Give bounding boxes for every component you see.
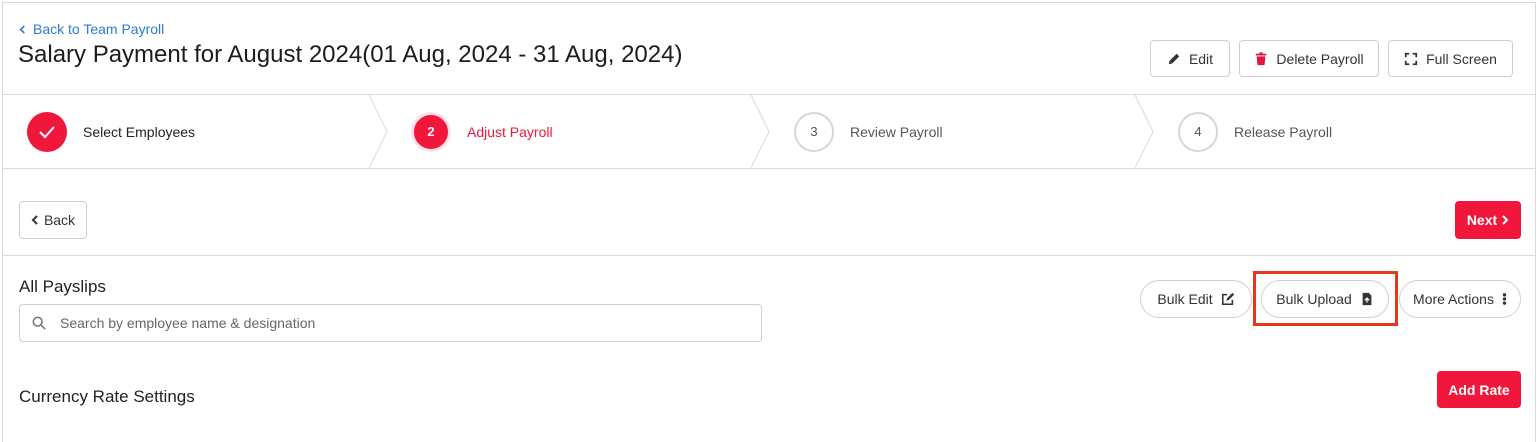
bulk-edit-label: Bulk Edit	[1157, 291, 1213, 307]
chevron-left-icon	[19, 24, 25, 34]
back-label: Back	[43, 212, 76, 228]
vertical-dots-icon	[1502, 293, 1507, 305]
step-number-badge: 4	[1178, 111, 1218, 152]
step-number-badge: 2	[411, 111, 451, 152]
trash-icon	[1256, 51, 1267, 65]
more-actions-button[interactable]: More Actions	[1399, 280, 1521, 318]
step-release-payroll[interactable]: 4 Release Payroll	[1178, 95, 1332, 168]
bulk-edit-button[interactable]: Bulk Edit	[1140, 280, 1252, 318]
more-actions-label: More Actions	[1413, 291, 1494, 307]
step-separator	[369, 95, 388, 168]
full-screen-label: Full Screen	[1426, 50, 1497, 67]
expand-icon	[1404, 52, 1418, 65]
step-review-payroll[interactable]: 3 Review Payroll	[794, 95, 943, 168]
back-to-team-payroll-link[interactable]: Back to Team Payroll	[18, 21, 164, 37]
full-screen-button[interactable]: Full Screen	[1388, 40, 1513, 77]
step-separator	[751, 95, 770, 168]
step-label: Select Employees	[83, 123, 196, 140]
search-field[interactable]	[19, 304, 762, 342]
step-adjust-payroll[interactable]: 2 Adjust Payroll	[411, 95, 553, 168]
step-label: Adjust Payroll	[467, 123, 553, 140]
currency-rate-settings-title: Currency Rate Settings	[19, 387, 195, 406]
next-button[interactable]: Next	[1455, 201, 1521, 239]
page-title: Salary Payment for August 2024(01 Aug, 2…	[18, 41, 683, 68]
search-input[interactable]	[60, 315, 720, 331]
delete-payroll-label: Delete Payroll	[1276, 50, 1364, 67]
chevron-right-icon	[1502, 215, 1509, 225]
pencil-icon	[1168, 53, 1180, 64]
all-payslips-title: All Payslips	[19, 277, 106, 296]
search-icon	[32, 316, 46, 330]
step-label: Release Payroll	[1234, 123, 1333, 140]
back-link-label: Back to Team Payroll	[33, 21, 165, 37]
step-check-icon	[27, 111, 67, 152]
payroll-stepper: Select Employees 2 Adjust Payroll 3 Revi…	[3, 94, 1536, 169]
back-button[interactable]: Back	[19, 201, 87, 239]
add-rate-button[interactable]: Add Rate	[1437, 371, 1521, 408]
bulk-upload-highlight	[1253, 271, 1398, 326]
step-separator	[1135, 95, 1154, 168]
edit-button[interactable]: Edit	[1150, 40, 1230, 77]
edit-label: Edit	[1188, 50, 1214, 67]
edit-square-icon	[1221, 292, 1234, 306]
step-number-badge: 3	[794, 111, 834, 152]
step-label: Review Payroll	[850, 123, 943, 140]
section-divider	[3, 255, 1536, 256]
delete-payroll-button[interactable]: Delete Payroll	[1239, 40, 1379, 77]
chevron-left-icon	[31, 215, 38, 225]
step-select-employees[interactable]: Select Employees	[27, 95, 195, 168]
next-label: Next	[1466, 212, 1498, 228]
